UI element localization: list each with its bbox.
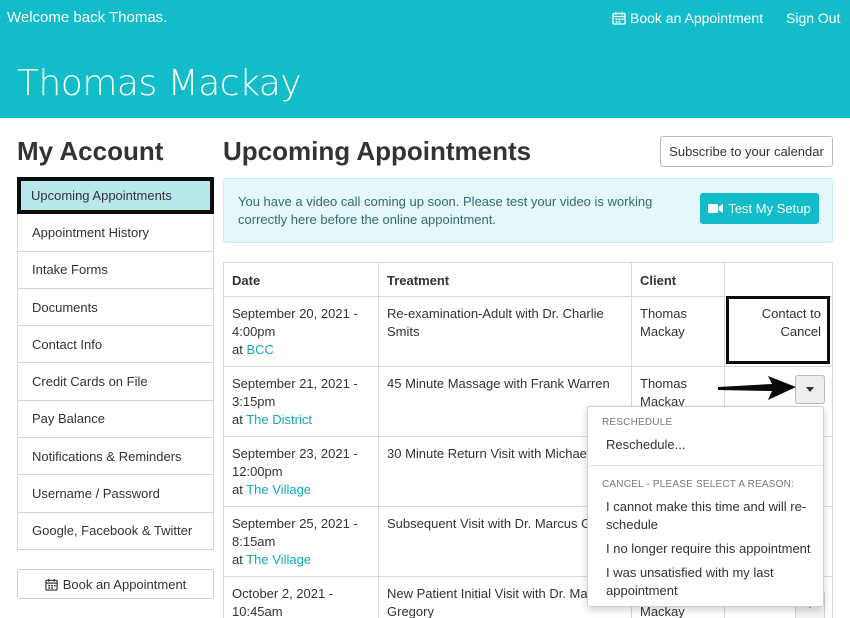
- date-text: September 25, 2021 - 8:15am: [232, 516, 358, 549]
- reschedule-header: RESCHEDULE: [602, 417, 673, 428]
- alert-message: You have a video call coming up soon. Pl…: [238, 194, 653, 227]
- location-link[interactable]: BCC: [246, 342, 273, 357]
- appointment-actions-menu: RESCHEDULE Reschedule... CANCEL - PLEASE…: [587, 406, 824, 607]
- sidebar-item-contact-info[interactable]: Contact Info: [17, 326, 214, 364]
- cancel-header: CANCEL - PLEASE SELECT A REASON:: [602, 479, 795, 490]
- sidebar-item-notifications[interactable]: Notifications & Reminders: [17, 438, 214, 476]
- top-header: Welcome back Thomas. Book an Appointment…: [0, 0, 850, 118]
- appointment-date: September 20, 2021 - 4:00pm at BCC: [224, 297, 379, 366]
- sidebar-item-pay-balance[interactable]: Pay Balance: [17, 400, 214, 439]
- appointment-actions: Contact to Cancel: [725, 296, 832, 366]
- sidebar-item-credit-cards[interactable]: Credit Cards on File: [17, 363, 214, 401]
- my-account-title: My Account: [17, 136, 164, 166]
- sidebar-item-social-accounts[interactable]: Google, Facebook & Twitter: [17, 512, 214, 550]
- appointment-client: Thomas Mackay: [632, 297, 725, 366]
- appointment-treatment: Re-examination-Adult with Dr. Charlie Sm…: [379, 297, 632, 366]
- sidebar-item-intake-forms[interactable]: Intake Forms: [17, 251, 214, 289]
- cancel-reason-no-longer-required[interactable]: I no longer require this appointment: [606, 540, 816, 558]
- sign-out-link[interactable]: Sign Out: [786, 10, 840, 26]
- location-link[interactable]: The Village: [246, 552, 311, 567]
- sidebar-item-username-password[interactable]: Username / Password: [17, 475, 214, 513]
- account-sidebar: Upcoming Appointments Appointment Histor…: [17, 177, 214, 550]
- appointment-date: September 25, 2021 - 8:15am at The Villa…: [224, 507, 379, 576]
- contact-to-cancel-text: Contact to Cancel: [726, 296, 830, 364]
- sidebar-item-appointment-history[interactable]: Appointment History: [17, 214, 214, 252]
- video-camera-icon: [708, 204, 724, 213]
- column-header-client: Client: [632, 263, 725, 296]
- caret-down-icon: [806, 387, 814, 392]
- sidebar-book-appointment-button[interactable]: Book an Appointment: [17, 569, 214, 599]
- subscribe-calendar-button[interactable]: Subscribe to your calendar: [660, 136, 833, 167]
- sidebar-item-upcoming-appointments[interactable]: Upcoming Appointments: [17, 177, 214, 215]
- calendar-icon: [45, 578, 58, 591]
- sidebar-item-documents[interactable]: Documents: [17, 288, 214, 327]
- video-call-alert: You have a video call coming up soon. Pl…: [223, 178, 833, 243]
- sidebar-book-label: Book an Appointment: [62, 576, 187, 592]
- arrow-icon: [718, 376, 796, 400]
- cancel-reason-reschedule[interactable]: I cannot make this time and will re-sche…: [606, 498, 816, 534]
- at-text: at: [232, 482, 243, 497]
- table-header-row: Date Treatment Client: [224, 263, 832, 297]
- menu-divider: [588, 465, 823, 466]
- calendar-icon: [612, 12, 626, 25]
- at-text: at: [232, 412, 243, 427]
- at-text: at: [232, 342, 243, 357]
- reschedule-option[interactable]: Reschedule...: [606, 436, 816, 454]
- date-text: October 2, 2021 - 10:45am: [232, 586, 334, 618]
- welcome-text: Welcome back Thomas.: [7, 9, 168, 26]
- date-text: September 20, 2021 - 4:00pm: [232, 306, 358, 339]
- cancel-reason-unsatisfied[interactable]: I was unsatisfied with my last appointme…: [606, 564, 816, 600]
- book-appointment-label: Book an Appointment: [630, 10, 764, 26]
- page-title: Upcoming Appointments: [223, 136, 532, 166]
- test-my-setup-label: Test My Setup: [728, 201, 811, 216]
- date-text: September 23, 2021 - 12:00pm: [232, 446, 358, 479]
- actions-dropdown-button[interactable]: [795, 375, 825, 404]
- test-my-setup-button[interactable]: Test My Setup: [700, 193, 819, 224]
- column-header-actions: [725, 263, 832, 296]
- appointment-date: September 21, 2021 - 3:15pm at The Distr…: [224, 367, 379, 436]
- user-name-title: Thomas Mackay: [17, 63, 302, 104]
- table-row: September 20, 2021 - 4:00pm at BCC Re-ex…: [224, 296, 832, 367]
- book-appointment-link[interactable]: Book an Appointment: [612, 10, 763, 26]
- date-text: September 21, 2021 - 3:15pm: [232, 376, 358, 409]
- appointment-date: October 2, 2021 - 10:45am: [224, 577, 379, 618]
- appointment-date: September 23, 2021 - 12:00pm at The Vill…: [224, 437, 379, 506]
- column-header-date: Date: [224, 263, 379, 296]
- location-link[interactable]: The Village: [246, 482, 311, 497]
- column-header-treatment: Treatment: [379, 263, 632, 296]
- location-link[interactable]: The District: [246, 412, 312, 427]
- at-text: at: [232, 552, 243, 567]
